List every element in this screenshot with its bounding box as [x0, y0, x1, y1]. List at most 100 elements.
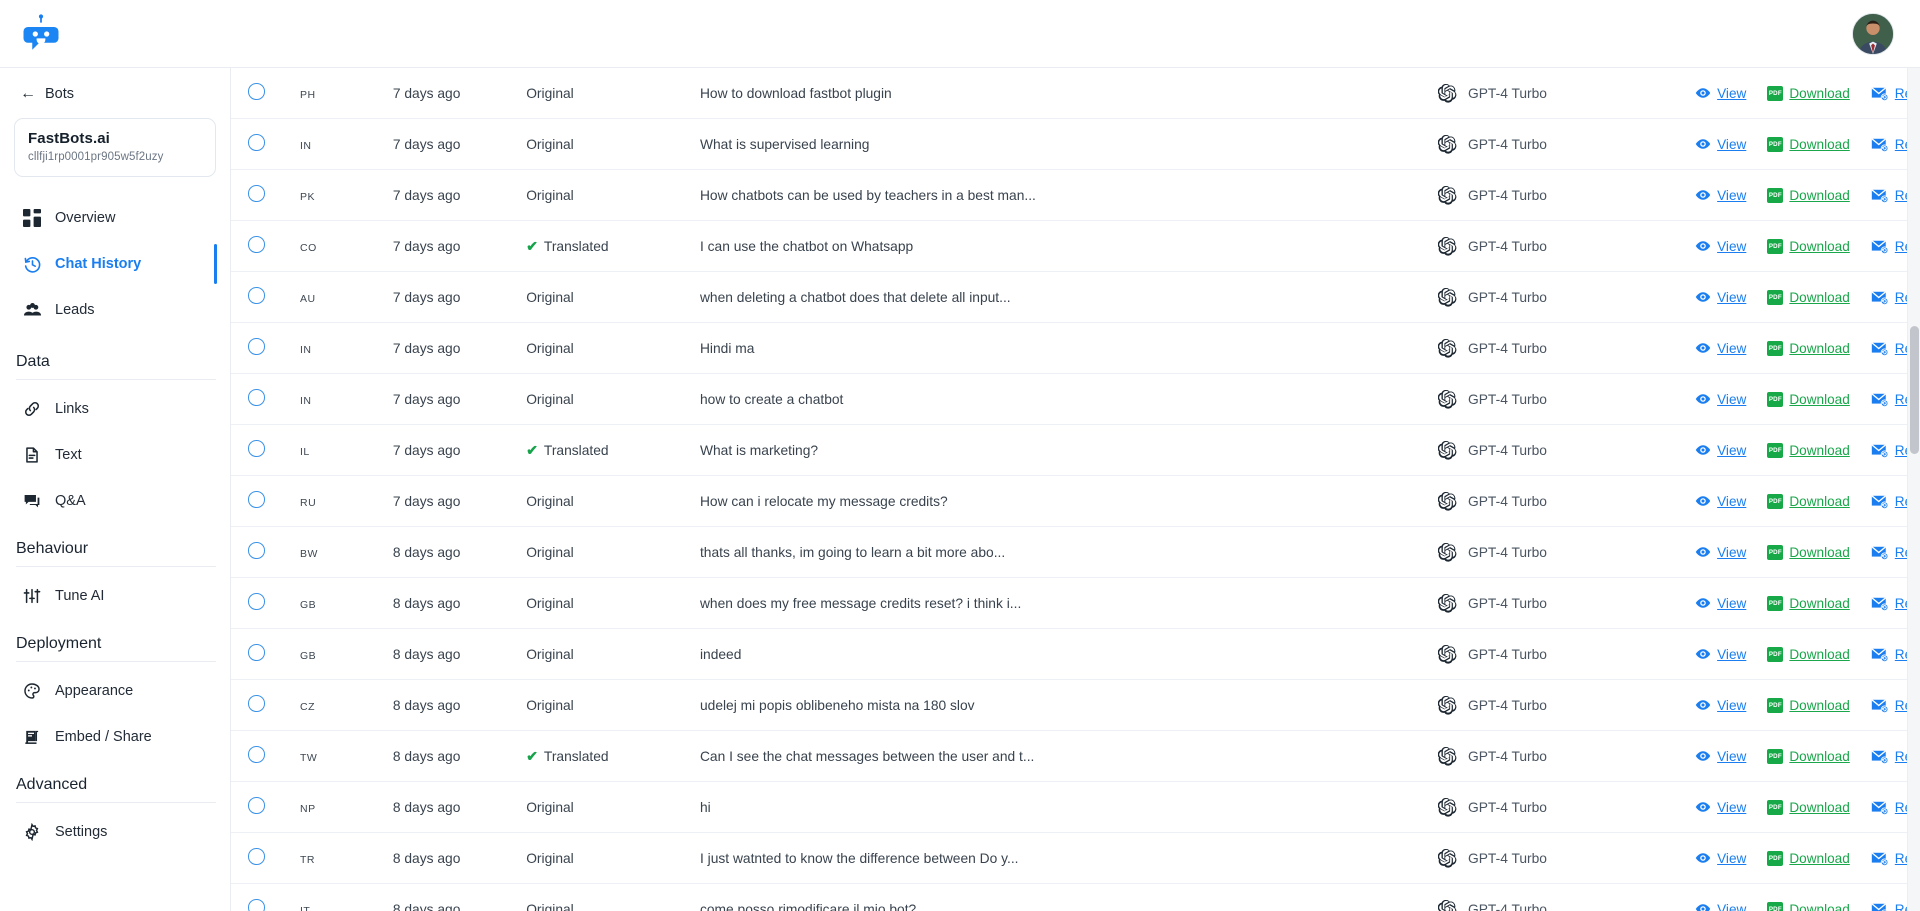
country-code: GB: [300, 650, 317, 662]
download-action[interactable]: PDF Download: [1767, 850, 1850, 866]
row-checkbox[interactable]: [248, 593, 265, 610]
view-action[interactable]: View: [1695, 850, 1746, 866]
view-action[interactable]: View: [1695, 442, 1746, 458]
message-text: What is marketing?: [699, 442, 819, 458]
table-row[interactable]: GB 8 days ago Original when does my free me…: [231, 577, 1920, 629]
row-checkbox[interactable]: [248, 389, 265, 406]
view-action[interactable]: View: [1695, 238, 1746, 254]
view-action[interactable]: View: [1695, 799, 1746, 815]
view-action[interactable]: View: [1695, 493, 1746, 509]
row-checkbox[interactable]: [248, 848, 265, 865]
row-checkbox[interactable]: [248, 134, 265, 151]
sidebar-item-overview[interactable]: Overview: [14, 197, 216, 239]
table-row[interactable]: TW 8 days ago ✔ Translated Can I see the cha…: [231, 730, 1920, 782]
download-action[interactable]: PDF Download: [1767, 136, 1850, 152]
table-row[interactable]: AU 7 days ago Original when deleting a chat…: [231, 271, 1920, 323]
actions-cell-wrap: ViewPDFDownloadResend: [1695, 883, 1920, 911]
table-row[interactable]: IT 8 days ago Original come posso rimodific…: [231, 883, 1920, 911]
model-badge: GPT-4 Turbo: [1438, 272, 1695, 322]
row-checkbox[interactable]: [248, 644, 265, 661]
view-action[interactable]: View: [1695, 391, 1746, 407]
download-action[interactable]: PDF Download: [1767, 595, 1850, 611]
row-checkbox[interactable]: [248, 338, 265, 355]
table-row[interactable]: NP 8 days ago Original hi GPT-4 Turbo View PDF…: [231, 781, 1920, 833]
row-checkbox[interactable]: [248, 491, 265, 508]
view-action[interactable]: View: [1695, 646, 1746, 662]
download-action[interactable]: PDF Download: [1767, 187, 1850, 203]
row-checkbox[interactable]: [248, 746, 265, 763]
view-action[interactable]: View: [1695, 748, 1746, 764]
download-action[interactable]: PDF Download: [1767, 697, 1850, 713]
table-row[interactable]: BW 8 days ago Original thats all thanks, im…: [231, 526, 1920, 578]
user-avatar[interactable]: [1852, 12, 1894, 55]
view-action[interactable]: View: [1695, 340, 1746, 356]
vertical-scrollbar[interactable]: [1907, 68, 1920, 911]
download-action[interactable]: PDF Download: [1767, 646, 1850, 662]
view-action[interactable]: View: [1695, 85, 1746, 101]
vertical-scrollbar-thumb[interactable]: [1910, 326, 1919, 454]
table-row[interactable]: IL 7 days ago ✔ Translated What is marketing…: [231, 424, 1920, 476]
fastbots-robot-logo-icon[interactable]: [14, 7, 68, 61]
table-row[interactable]: TR 8 days ago Original I just watnted to kn…: [231, 832, 1920, 884]
download-action[interactable]: PDF Download: [1767, 544, 1850, 560]
download-action[interactable]: PDF Download: [1767, 340, 1850, 356]
pdf-icon: PDF: [1767, 799, 1784, 815]
download-action[interactable]: PDF Download: [1767, 442, 1850, 458]
table-row[interactable]: RU 7 days ago Original How can i relocate m…: [231, 475, 1920, 527]
download-action[interactable]: PDF Download: [1767, 238, 1850, 254]
view-label: View: [1717, 136, 1747, 152]
view-action[interactable]: View: [1695, 187, 1746, 203]
view-action[interactable]: View: [1695, 289, 1746, 305]
table-row[interactable]: IN 7 days ago Original What is supervised l…: [231, 118, 1920, 170]
body-region: ← Bots FastBots.ai cllfji1rp0001pr905w5f…: [0, 68, 1920, 911]
row-checkbox[interactable]: [248, 899, 265, 911]
view-action[interactable]: View: [1695, 901, 1746, 911]
table-row[interactable]: CO 7 days ago ✔ Translated I can use the cha…: [231, 220, 1920, 272]
table-row[interactable]: IN 7 days ago Original how to create a chat…: [231, 373, 1920, 425]
status-cell-wrap: Original: [526, 68, 700, 119]
row-checkbox[interactable]: [248, 440, 265, 457]
download-action[interactable]: PDF Download: [1767, 391, 1850, 407]
row-checkbox[interactable]: [248, 542, 265, 559]
back-to-bots-link[interactable]: ← Bots: [14, 68, 216, 116]
view-action[interactable]: View: [1695, 595, 1746, 611]
download-action[interactable]: PDF Download: [1767, 289, 1850, 305]
download-action[interactable]: PDF Download: [1767, 799, 1850, 815]
model-name: GPT-4 Turbo: [1468, 850, 1547, 866]
country-cell: TW: [300, 730, 393, 782]
sidebar-item-embed-share[interactable]: Embed / Share: [14, 716, 216, 758]
table-row[interactable]: PH 7 days ago Original How to download fast…: [231, 68, 1920, 119]
row-checkbox[interactable]: [248, 185, 265, 202]
table-row[interactable]: CZ 8 days ago Original udelej mi popis obli…: [231, 679, 1920, 731]
row-checkbox[interactable]: [248, 797, 265, 814]
row-checkbox[interactable]: [248, 287, 265, 304]
row-checkbox[interactable]: [248, 236, 265, 253]
view-action[interactable]: View: [1695, 697, 1746, 713]
sidebar-item-settings[interactable]: Settings: [14, 811, 216, 853]
sidebar-item-text[interactable]: Text: [14, 434, 216, 476]
message-cell: Can I see the chat messages between the …: [699, 730, 1224, 782]
message-text: Hindi ma: [699, 340, 755, 356]
sidebar-item-tune-ai[interactable]: Tune AI: [14, 575, 216, 617]
row-checkbox[interactable]: [248, 695, 265, 712]
download-action[interactable]: PDF Download: [1767, 748, 1850, 764]
table-row[interactable]: IN 7 days ago Original Hindi ma GPT-4 Turbo V…: [231, 322, 1920, 374]
sidebar-item-qa[interactable]: Q&A: [14, 480, 216, 522]
download-action[interactable]: PDF Download: [1767, 493, 1850, 509]
table-row[interactable]: PK 7 days ago Original How chatbots can be …: [231, 169, 1920, 221]
sidebar-item-appearance[interactable]: Appearance: [14, 670, 216, 712]
table-row[interactable]: GB 8 days ago Original indeed GPT-4 Turbo Vie…: [231, 628, 1920, 680]
pdf-icon: PDF: [1767, 850, 1784, 866]
download-action[interactable]: PDF Download: [1767, 85, 1850, 101]
row-checkbox[interactable]: [248, 83, 265, 100]
sidebar-item-chat-history[interactable]: Chat History: [14, 243, 217, 285]
download-action[interactable]: PDF Download: [1767, 901, 1850, 911]
country-cell: CZ: [300, 679, 393, 731]
sidebar-item-links[interactable]: Links: [14, 388, 216, 430]
view-action[interactable]: View: [1695, 544, 1746, 560]
sidebar-item-leads[interactable]: Leads: [14, 289, 216, 331]
message-cell: What is supervised learning: [699, 118, 1224, 170]
row-actions: ViewPDFDownloadResend: [1695, 374, 1920, 424]
bot-card[interactable]: FastBots.ai cllfji1rp0001pr905w5f2uzy: [14, 118, 216, 177]
view-action[interactable]: View: [1695, 136, 1746, 152]
